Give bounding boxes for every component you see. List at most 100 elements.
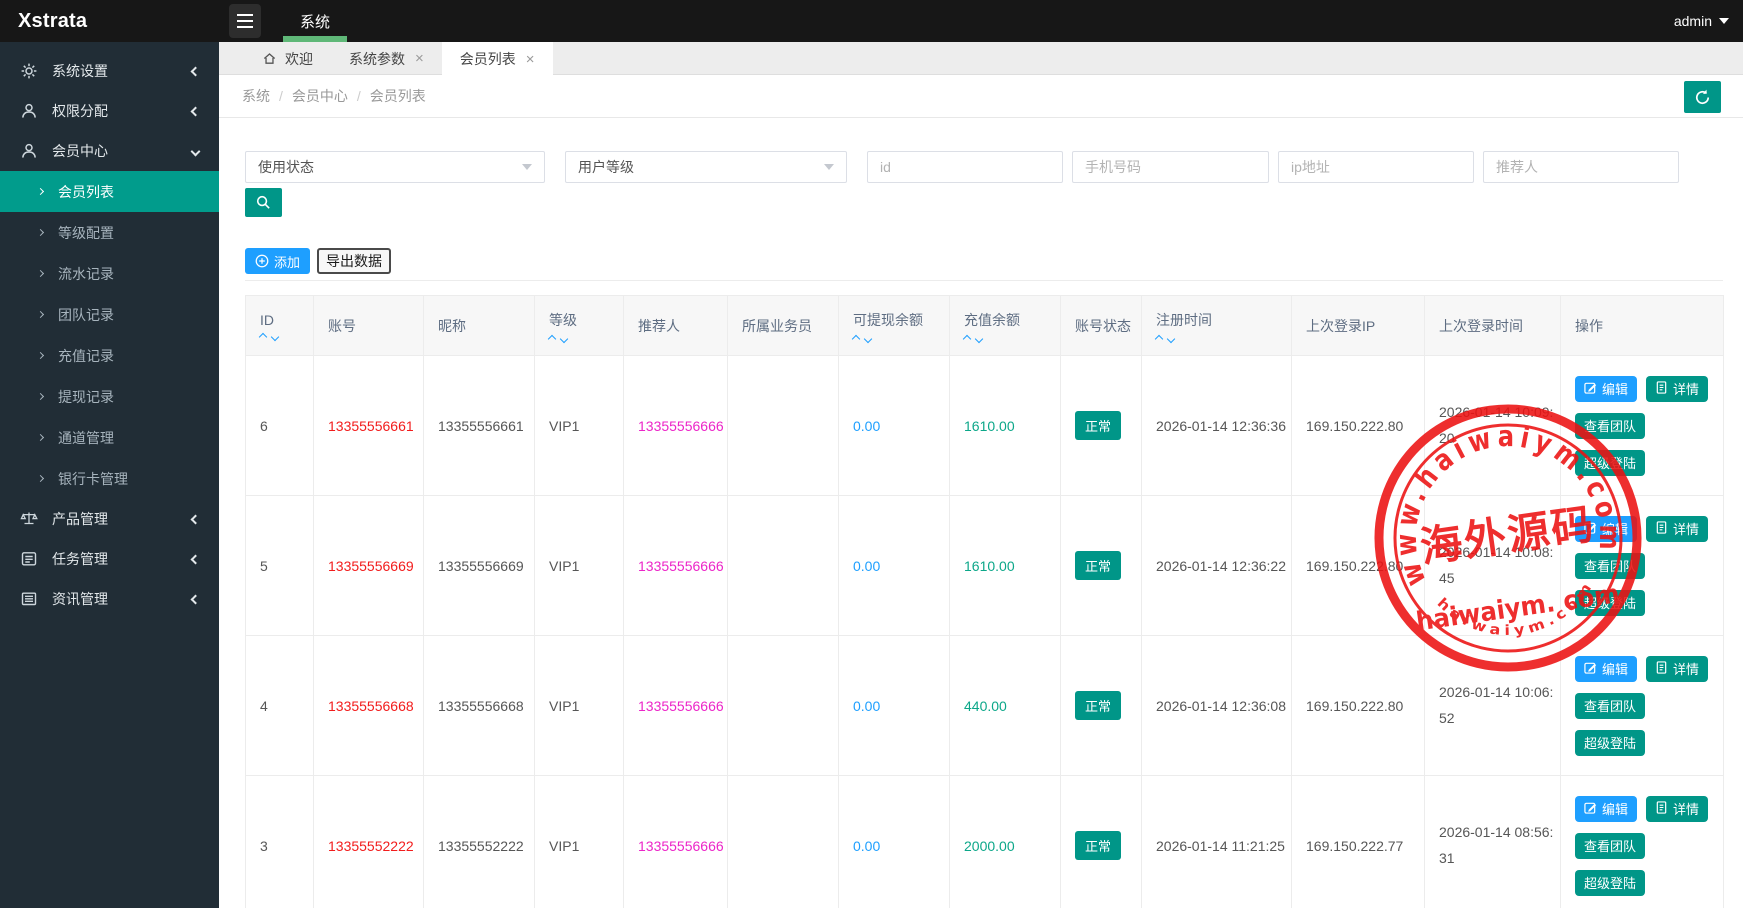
document-icon <box>1655 521 1668 537</box>
filter-select-level[interactable]: 用户等级 <box>565 151 847 183</box>
sidebar-subitem-member-list[interactable]: 会员列表 <box>0 171 219 212</box>
cell-actions: 编辑详情查看团队超级登陆 <box>1561 356 1724 496</box>
column-header-last_login: 上次登录时间 <box>1425 296 1561 356</box>
sort-desc-icon[interactable] <box>864 334 872 342</box>
sidebar-toggle-button[interactable] <box>229 4 261 38</box>
sidebar-subitem-channel-manage[interactable]: 通道管理 <box>0 417 219 458</box>
breadcrumb-item[interactable]: 系统 <box>242 86 270 106</box>
sort-asc-icon[interactable] <box>259 332 267 340</box>
sidebar-item-product-manage[interactable]: 产品管理 <box>0 499 219 539</box>
detail-button[interactable]: 详情 <box>1646 516 1708 542</box>
edit-button[interactable]: 编辑 <box>1575 656 1637 682</box>
sidebar-subitem-label: 通道管理 <box>58 428 114 448</box>
sidebar-item-label: 系统设置 <box>52 61 108 81</box>
detail-button[interactable]: 详情 <box>1646 656 1708 682</box>
cell-actions: 编辑详情查看团队超级登陆 <box>1561 776 1724 908</box>
breadcrumb-item[interactable]: 会员列表 <box>370 86 426 106</box>
cell-referrer: 13355556666 <box>624 496 728 636</box>
sort-desc-icon[interactable] <box>271 332 279 340</box>
sort-asc-icon[interactable] <box>852 334 860 342</box>
sidebar-subitem-flow-records[interactable]: 流水记录 <box>0 253 219 294</box>
sidebar-item-permission-assign[interactable]: 权限分配 <box>0 91 219 131</box>
refresh-icon <box>1693 88 1712 107</box>
edit-button[interactable]: 编辑 <box>1575 796 1637 822</box>
edit-button[interactable]: 编辑 <box>1575 516 1637 542</box>
cell-recharge: 1610.00 <box>950 356 1061 496</box>
cell-level: VIP1 <box>535 356 624 496</box>
cell-recharge: 1610.00 <box>950 496 1061 636</box>
select-value: 用户等级 <box>578 157 634 177</box>
super-login-button[interactable]: 超级登陆 <box>1575 730 1645 756</box>
sort-desc-icon[interactable] <box>1167 334 1175 342</box>
sidebar-subitem-label: 会员列表 <box>58 182 114 202</box>
close-icon[interactable]: × <box>415 50 424 67</box>
user-menu[interactable]: admin <box>1674 13 1729 29</box>
sort-desc-icon[interactable] <box>975 334 983 342</box>
edit-button[interactable]: 编辑 <box>1575 376 1637 402</box>
sort-icons[interactable] <box>964 336 1060 342</box>
cell-last-login: 2026-01-14 10:09:20 <box>1425 356 1561 496</box>
tab-system-params[interactable]: 系统参数× <box>331 42 442 75</box>
cell-account: 13355556668 <box>314 636 424 776</box>
add-button[interactable]: 添加 <box>245 248 310 274</box>
sidebar-item-system-settings[interactable]: 系统设置 <box>0 51 219 91</box>
refresh-button[interactable] <box>1684 81 1721 113</box>
view-team-button[interactable]: 查看团队 <box>1575 553 1645 579</box>
sort-asc-icon[interactable] <box>548 334 556 342</box>
sidebar-item-task-manage[interactable]: 任务管理 <box>0 539 219 579</box>
cell-id: 5 <box>246 496 314 636</box>
sidebar-subitem-bankcard-manage[interactable]: 银行卡管理 <box>0 458 219 499</box>
super-login-button[interactable]: 超级登陆 <box>1575 870 1645 896</box>
row-actions: 编辑详情查看团队超级登陆 <box>1575 376 1723 476</box>
column-label: 操作 <box>1575 316 1723 336</box>
chevron-down-icon <box>191 146 201 156</box>
tab-welcome[interactable]: 欢迎 <box>244 42 331 75</box>
super-login-button[interactable]: 超级登陆 <box>1575 450 1645 476</box>
sidebar-subitem-withdraw-records[interactable]: 提现记录 <box>0 376 219 417</box>
sidebar-subitem-team-records[interactable]: 团队记录 <box>0 294 219 335</box>
user-icon <box>20 102 38 120</box>
sidebar-item-label: 任务管理 <box>52 549 108 569</box>
sort-icons[interactable] <box>260 334 313 340</box>
sort-icons[interactable] <box>549 336 623 342</box>
view-team-button[interactable]: 查看团队 <box>1575 413 1645 439</box>
cell-id: 3 <box>246 776 314 908</box>
view-team-button[interactable]: 查看团队 <box>1575 833 1645 859</box>
sort-icons[interactable] <box>1156 336 1291 342</box>
sidebar-subitem-recharge-records[interactable]: 充值记录 <box>0 335 219 376</box>
edit-icon <box>1584 381 1597 397</box>
sidebar-item-member-center[interactable]: 会员中心 <box>0 131 219 171</box>
breadcrumb-item[interactable]: 会员中心 <box>292 86 348 106</box>
detail-button[interactable]: 详情 <box>1646 796 1708 822</box>
filter-input-ip[interactable] <box>1278 151 1474 183</box>
cell-withdrawable: 0.00 <box>839 356 950 496</box>
sort-icons[interactable] <box>853 336 949 342</box>
cell-account: 13355556669 <box>314 496 424 636</box>
detail-button[interactable]: 详情 <box>1646 376 1708 402</box>
cell-level: VIP1 <box>535 776 624 908</box>
top-nav-item-system[interactable]: 系统 <box>283 0 347 42</box>
filter-input-phone[interactable] <box>1072 151 1269 183</box>
sort-asc-icon[interactable] <box>1155 334 1163 342</box>
sidebar-item-news-manage[interactable]: 资讯管理 <box>0 579 219 619</box>
sort-desc-icon[interactable] <box>560 334 568 342</box>
cell-nickname: 13355556668 <box>424 636 535 776</box>
filter-input-id[interactable] <box>867 151 1063 183</box>
export-button[interactable]: 导出数据 <box>317 248 391 274</box>
sort-asc-icon[interactable] <box>963 334 971 342</box>
column-header-actions: 操作 <box>1561 296 1724 356</box>
close-icon[interactable]: × <box>526 51 535 68</box>
scale-icon <box>20 510 38 528</box>
view-team-button[interactable]: 查看团队 <box>1575 693 1645 719</box>
filter-select-status[interactable]: 使用状态 <box>245 151 545 183</box>
chevron-right-icon <box>37 393 44 400</box>
search-button[interactable] <box>245 188 282 217</box>
sidebar-subitem-label: 充值记录 <box>58 346 114 366</box>
filter-input-referrer[interactable] <box>1483 151 1679 183</box>
cell-last-ip: 169.150.222.80 <box>1292 496 1425 636</box>
sidebar-subitem-level-config[interactable]: 等级配置 <box>0 212 219 253</box>
column-label: 充值余额 <box>964 310 1060 330</box>
tab-member-list[interactable]: 会员列表× <box>442 42 553 76</box>
super-login-button[interactable]: 超级登陆 <box>1575 590 1645 616</box>
breadcrumb-separator: / <box>357 88 361 104</box>
